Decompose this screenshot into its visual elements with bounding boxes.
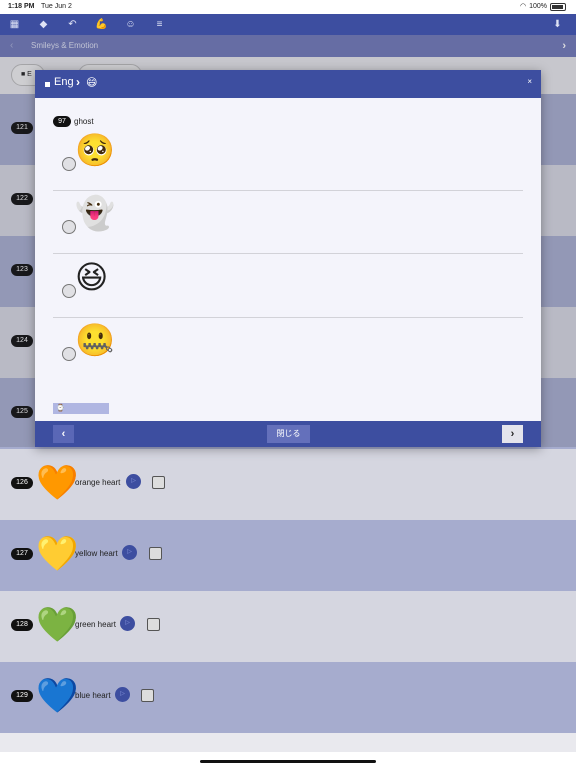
previous-button[interactable]: ‹ bbox=[53, 425, 74, 443]
ghost-icon: 👻 bbox=[75, 195, 115, 231]
answer-option[interactable]: 🤐 bbox=[53, 318, 523, 381]
download-icon[interactable]: ⬇ bbox=[543, 14, 572, 35]
status-time: 1:18 PM bbox=[8, 3, 35, 10]
play-icon[interactable]: ▷ bbox=[115, 687, 130, 702]
battery-icon bbox=[550, 3, 566, 11]
list-item[interactable]: 127 💛 yellow heart ▷ bbox=[0, 520, 576, 591]
status-right: ◠ 100% bbox=[520, 0, 566, 14]
option-radio[interactable] bbox=[62, 284, 76, 298]
item-label: yellow heart bbox=[75, 549, 118, 558]
item-checkbox[interactable] bbox=[152, 476, 165, 489]
option-radio[interactable] bbox=[62, 220, 76, 234]
square-icon bbox=[45, 82, 50, 87]
option-radio[interactable] bbox=[62, 347, 76, 361]
status-date: Tue Jun 2 bbox=[41, 3, 72, 10]
item-number: 127 bbox=[11, 548, 33, 560]
wifi-icon: ◠ bbox=[519, 3, 527, 10]
option-divider bbox=[53, 253, 523, 254]
list-icon[interactable]: ≡ bbox=[145, 14, 174, 35]
top-toolbar: ▦ ◆ ↶ 💪 ☺ ≡ ⬇ bbox=[0, 14, 576, 35]
item-label: green heart bbox=[75, 620, 116, 629]
grid-icon[interactable]: ▦ bbox=[0, 14, 29, 35]
item-label: blue heart bbox=[75, 691, 111, 700]
green-heart-icon: 💚 bbox=[36, 606, 79, 644]
answer-indicator: ⌚ bbox=[53, 403, 109, 414]
status-bar: 1:18 PM Tue Jun 2 ◠ 100% bbox=[0, 0, 576, 14]
home-indicator[interactable] bbox=[200, 760, 376, 763]
close-button[interactable]: 閉じる bbox=[267, 425, 310, 443]
play-icon[interactable]: ▷ bbox=[126, 474, 141, 489]
grinning-face-icon: 😄 bbox=[86, 77, 98, 89]
list-item[interactable]: 129 💙 blue heart ▷ bbox=[0, 662, 576, 733]
play-icon[interactable]: ▷ bbox=[120, 616, 135, 631]
play-icon[interactable]: ▷ bbox=[122, 545, 137, 560]
answer-option[interactable]: 😆 bbox=[53, 255, 523, 318]
undo-icon[interactable]: ↶ bbox=[58, 14, 87, 35]
item-checkbox[interactable] bbox=[149, 547, 162, 560]
quiz-modal: Eng › 😄 × 97 ghost 🥺 👻 😆 🤐 ⌚ ‹ 閉じる › bbox=[35, 70, 541, 447]
item-number: 128 bbox=[11, 619, 33, 631]
watch-icon: ⌚ bbox=[56, 405, 65, 412]
question-header: 97 ghost bbox=[53, 116, 94, 127]
item-checkbox[interactable] bbox=[141, 689, 154, 702]
blue-heart-icon: 💙 bbox=[36, 677, 79, 715]
close-icon[interactable]: × bbox=[527, 77, 532, 86]
option-radio[interactable] bbox=[62, 157, 76, 171]
item-number: 129 bbox=[11, 690, 33, 702]
question-word: ghost bbox=[74, 117, 94, 126]
list-item[interactable]: 126 🧡 orange heart ▷ bbox=[0, 449, 576, 520]
squinting-face-icon: 😆 bbox=[75, 259, 109, 295]
orange-heart-icon: 🧡 bbox=[36, 464, 79, 502]
question-number: 97 bbox=[53, 116, 71, 127]
yellow-heart-icon: 💛 bbox=[36, 535, 79, 573]
answer-option[interactable]: 👻 bbox=[53, 191, 523, 254]
battery-percent: 100% bbox=[529, 3, 547, 10]
tag-icon[interactable]: ◆ bbox=[29, 14, 58, 35]
item-number: 126 bbox=[11, 477, 33, 489]
list-item[interactable]: 128 💚 green heart ▷ bbox=[0, 591, 576, 662]
zipper-mouth-face-icon: 🤐 bbox=[75, 322, 115, 358]
next-button[interactable]: › bbox=[502, 425, 523, 443]
answer-option[interactable]: 🥺 bbox=[53, 128, 523, 191]
smiley-icon[interactable]: ☺ bbox=[116, 14, 145, 35]
modal-language: Eng bbox=[54, 76, 74, 88]
item-checkbox[interactable] bbox=[147, 618, 160, 631]
muscle-icon[interactable]: 💪 bbox=[87, 14, 116, 35]
item-label: orange heart bbox=[75, 478, 121, 487]
modal-footer: ‹ 閉じる › bbox=[35, 421, 541, 447]
modal-header: Eng › 😄 × bbox=[35, 70, 541, 98]
pleading-face-icon: 🥺 bbox=[75, 132, 115, 168]
chevron-right-icon: › bbox=[76, 75, 80, 89]
